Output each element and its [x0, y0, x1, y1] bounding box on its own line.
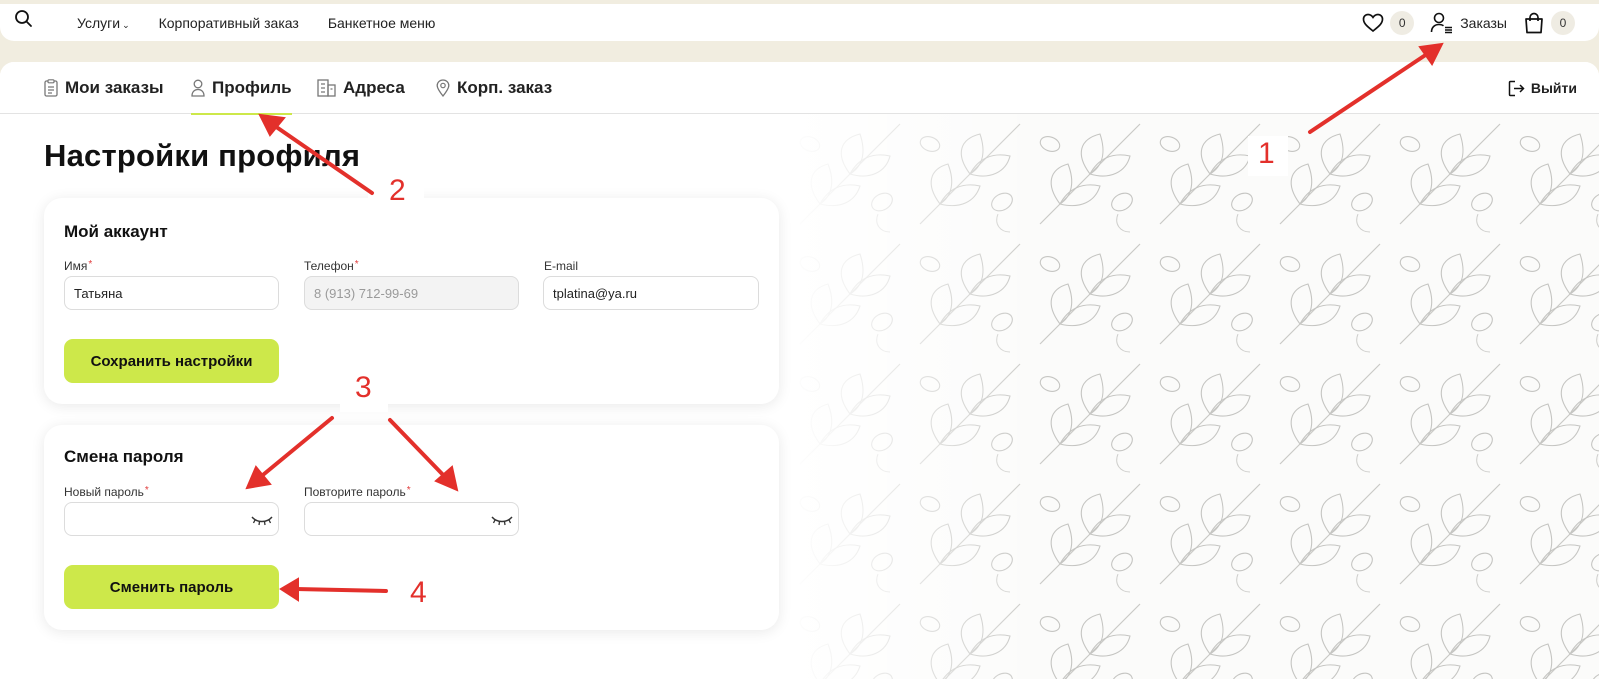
nav-item-label: Услуги — [77, 14, 121, 31]
clipboard-icon — [44, 79, 58, 97]
search-icon[interactable] — [14, 9, 34, 29]
repeat-password-label: Повторите пароль* — [304, 485, 411, 499]
heart-icon — [1362, 13, 1384, 32]
phone-label-text: Телефон — [304, 259, 354, 273]
profile-page: Мои заказы Профиль Адреса Корп. заказ Вы… — [0, 62, 1599, 679]
cart-button[interactable]: 0 — [1523, 10, 1575, 35]
nav-item-services[interactable]: Услуги ⌄ — [77, 15, 130, 31]
required-mark: * — [88, 259, 93, 270]
cart-count-badge: 0 — [1551, 10, 1575, 35]
favorites-button[interactable]: 0 — [1362, 10, 1415, 35]
pattern-fade-overlay — [790, 114, 1050, 679]
new-password-field[interactable] — [64, 502, 279, 536]
phone-field — [304, 276, 519, 310]
name-field-label: Имя* — [64, 259, 92, 273]
favorites-count-badge: 0 — [1390, 10, 1415, 35]
top-bar: Услуги ⌄ Корпоративный заказ Банкетное ме… — [0, 4, 1599, 41]
email-field[interactable] — [543, 276, 759, 310]
orders-button[interactable]: Заказы — [1430, 12, 1507, 34]
tab-profile[interactable]: Профиль — [191, 62, 292, 115]
eye-closed-icon[interactable] — [251, 513, 273, 527]
tab-label: Мои заказы — [65, 78, 164, 97]
tab-addresses[interactable]: Адреса — [317, 62, 405, 114]
user-list-icon — [1430, 12, 1453, 33]
repeat-password-label-text: Повторите пароль — [304, 485, 406, 499]
orders-label: Заказы — [1460, 14, 1507, 31]
logout-button[interactable]: Выйти — [1508, 62, 1577, 114]
name-field[interactable] — [64, 276, 279, 310]
name-label-text: Имя — [64, 259, 88, 273]
eye-closed-icon[interactable] — [491, 513, 513, 527]
change-password-button[interactable]: Сменить пароль — [64, 565, 279, 609]
profile-tabs: Мои заказы Профиль Адреса Корп. заказ Вы… — [0, 62, 1599, 115]
new-password-label-text: Новый пароль — [64, 485, 144, 499]
tab-corporate-order[interactable]: Корп. заказ — [436, 62, 552, 114]
top-nav: Услуги ⌄ Корпоративный заказ Банкетное ме… — [77, 4, 464, 41]
top-right-actions: 0 Заказы 0 — [1348, 4, 1575, 41]
logout-label: Выйти — [1530, 80, 1577, 96]
email-field-label: E-mail — [544, 259, 579, 273]
tab-my-orders[interactable]: Мои заказы — [44, 62, 164, 114]
tab-label: Профиль — [212, 78, 292, 97]
shopping-bag-icon — [1525, 12, 1543, 33]
annotation-number-4: 4 — [410, 576, 427, 609]
password-card-title: Смена пароля — [64, 447, 184, 466]
required-mark: * — [354, 259, 359, 270]
annotation-number-2: 2 — [389, 174, 406, 207]
page-title: Настройки профиля — [44, 138, 361, 173]
repeat-password-field[interactable] — [304, 502, 519, 536]
required-mark: * — [144, 485, 149, 496]
logout-icon — [1508, 80, 1525, 96]
tab-label: Корп. заказ — [457, 78, 553, 97]
account-card: Мой аккаунт Имя* Телефон* E-mail Сохрани… — [44, 198, 779, 404]
annotation-number-1: 1 — [1258, 137, 1275, 170]
nav-item-banquet-menu[interactable]: Банкетное меню — [328, 15, 436, 31]
account-card-title: Мой аккаунт — [64, 222, 168, 241]
required-mark: * — [406, 485, 411, 496]
building-icon — [317, 79, 336, 97]
nav-item-corporate-order[interactable]: Корпоративный заказ — [159, 15, 299, 31]
tab-label: Адреса — [343, 78, 405, 97]
user-icon — [191, 79, 205, 97]
arrow-1-head — [1418, 42, 1444, 66]
phone-field-label: Телефон* — [304, 259, 359, 273]
chevron-down-icon: ⌄ — [122, 19, 130, 30]
annotation-number-3: 3 — [355, 371, 372, 404]
new-password-label: Новый пароль* — [64, 485, 149, 499]
save-settings-button[interactable]: Сохранить настройки — [64, 339, 279, 383]
map-pin-icon — [436, 79, 450, 97]
